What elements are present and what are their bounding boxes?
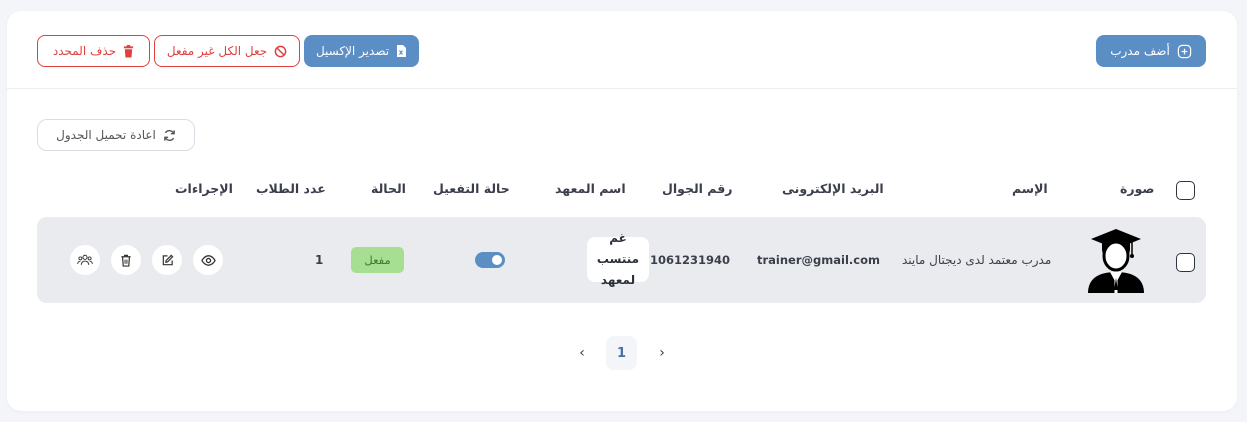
row-checkbox[interactable] [1176, 253, 1195, 272]
next-page-button[interactable]: › [572, 336, 592, 370]
add-trainer-label: أضف مدرب [1110, 44, 1170, 58]
deactivate-all-label: جعل الكل غير مفعل [166, 44, 268, 58]
plus-circle-icon [1177, 44, 1191, 58]
header-photo: صورة [1120, 181, 1155, 196]
header-status: الحالة [371, 181, 406, 196]
toolbar-divider [7, 88, 1237, 89]
trainer-phone: 1061231940 [650, 253, 731, 267]
edit-button[interactable] [152, 245, 182, 275]
table-row: مدرب معتمد لدى ديجتال مايند trainer@gmai… [37, 217, 1206, 303]
excel-file-icon [397, 45, 407, 57]
header-email: البريد الإلكترونى [782, 181, 884, 196]
graduate-avatar-icon [1088, 229, 1144, 293]
add-trainer-button[interactable]: أضف مدرب [1096, 35, 1206, 67]
status-badge: مفعل [351, 247, 404, 273]
trainer-name: مدرب معتمد لدى ديجتال مايند [902, 253, 1052, 267]
refresh-icon [164, 129, 175, 141]
header-institute: اسم المعهد [555, 181, 626, 196]
delete-row-button[interactable] [111, 245, 141, 275]
page-1-button[interactable]: 1 [606, 336, 637, 370]
header-phone: رقم الجوال [662, 181, 733, 196]
trash-outline-icon [121, 254, 131, 267]
delete-selected-label: حذف المحدد [52, 44, 117, 58]
header-activation: حالة التفعيل [433, 181, 510, 196]
prev-page-button[interactable]: ‹ [652, 336, 672, 370]
trainer-institute: غم منتسب لمعهد [587, 231, 649, 287]
select-all-checkbox[interactable] [1176, 181, 1195, 200]
students-count: 1 [315, 253, 324, 267]
students-button[interactable] [70, 245, 100, 275]
reload-table-button[interactable]: اعادة تحميل الجدول [37, 119, 195, 151]
edit-icon [162, 254, 173, 265]
header-name: الإسم [1012, 181, 1048, 196]
trainers-card: أضف مدرب تصدير الإكسيل جعل الكل غير مفعل… [7, 11, 1237, 411]
ban-icon [274, 45, 287, 57]
activation-toggle[interactable] [475, 252, 505, 268]
delete-selected-button[interactable]: حذف المحدد [37, 35, 150, 67]
institute-line-1: غم منتسب [596, 231, 640, 266]
deactivate-all-button[interactable]: جعل الكل غير مفعل [154, 35, 300, 67]
header-students: عدد الطلاب [256, 181, 326, 196]
reload-table-label: اعادة تحميل الجدول [56, 128, 156, 142]
trash-icon [124, 44, 134, 57]
eye-icon [200, 254, 216, 266]
users-icon [77, 254, 93, 265]
export-excel-label: تصدير الإكسيل [315, 44, 390, 58]
view-button[interactable] [193, 245, 223, 275]
institute-line-2: لمعهد [600, 273, 636, 287]
trainer-email: trainer@gmail.com [757, 253, 880, 267]
header-actions: الإجراءات [175, 181, 233, 196]
export-excel-button[interactable]: تصدير الإكسيل [304, 35, 419, 67]
